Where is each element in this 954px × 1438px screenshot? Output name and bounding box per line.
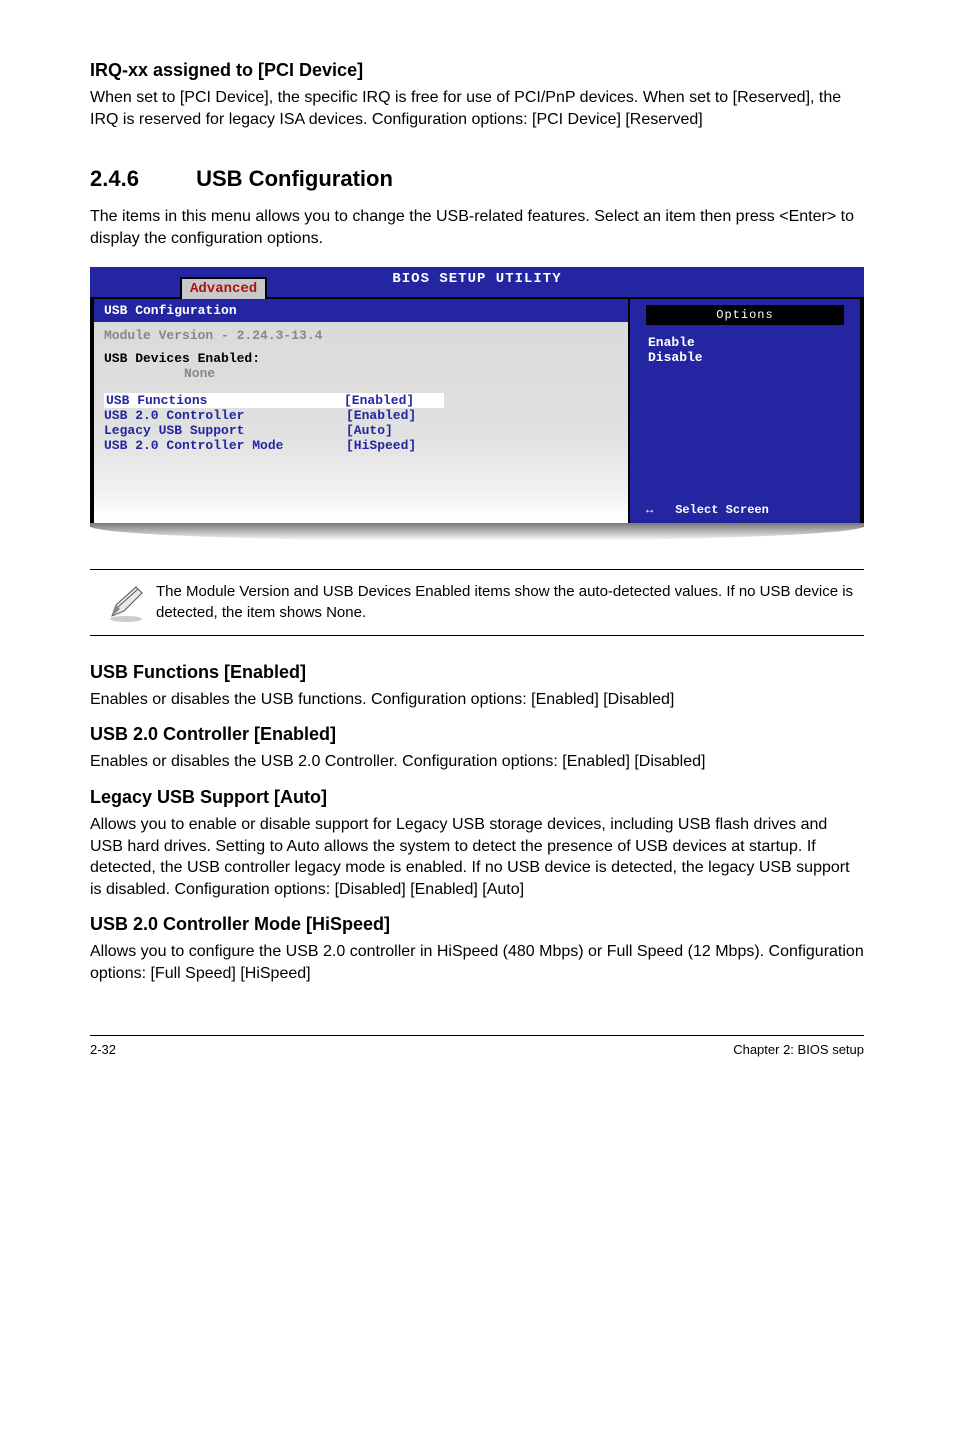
page-footer: 2-32 Chapter 2: BIOS setup: [90, 1035, 864, 1057]
bios-row-legacy-usb[interactable]: Legacy USB Support[Auto]: [104, 423, 618, 438]
bios-nav-hint: ↔ Select Screen: [646, 503, 850, 517]
bios-tab-advanced[interactable]: Advanced: [180, 277, 267, 299]
bios-row-label: USB Functions: [104, 393, 344, 408]
left-right-arrow-icon: ↔: [646, 503, 653, 517]
footer-chapter-label: Chapter 2: BIOS setup: [733, 1042, 864, 1057]
section-number: 2.4.6: [90, 166, 190, 192]
bios-module-version: Module Version - 2.24.3-13.4: [104, 328, 618, 343]
bios-devices-enabled-value: None: [104, 366, 618, 381]
bios-row-usb20-mode[interactable]: USB 2.0 Controller Mode[HiSpeed]: [104, 438, 618, 453]
irq-body: When set to [PCI Device], the specific I…: [90, 87, 864, 130]
bios-option-disable[interactable]: Disable: [630, 350, 860, 365]
usb20-mode-heading: USB 2.0 Controller Mode [HiSpeed]: [90, 914, 864, 935]
section-title: USB Configuration: [196, 166, 393, 191]
usb-functions-heading: USB Functions [Enabled]: [90, 662, 864, 683]
bios-tabbar: BIOS SETUP UTILITY Advanced: [90, 267, 864, 297]
bios-row-label: USB 2.0 Controller Mode: [104, 438, 346, 453]
section-intro: The items in this menu allows you to cha…: [90, 206, 864, 249]
bios-left-pane: USB Configuration Module Version - 2.24.…: [94, 299, 630, 523]
bios-screenshot: BIOS SETUP UTILITY Advanced USB Configur…: [90, 267, 864, 541]
section-heading: 2.4.6 USB Configuration: [90, 166, 864, 192]
bios-row-usb20-controller[interactable]: USB 2.0 Controller[Enabled]: [104, 408, 618, 423]
legacy-usb-body: Allows you to enable or disable support …: [90, 814, 864, 900]
pencil-icon: [96, 583, 156, 623]
bios-option-enable[interactable]: Enable: [630, 335, 860, 350]
bios-row-value: [Auto]: [346, 423, 446, 438]
usb20-mode-body: Allows you to configure the USB 2.0 cont…: [90, 941, 864, 984]
bios-devices-enabled-label: USB Devices Enabled:: [104, 351, 618, 366]
usb20-controller-heading: USB 2.0 Controller [Enabled]: [90, 724, 864, 745]
note-text: The Module Version and USB Devices Enabl…: [156, 582, 858, 623]
usb20-controller-body: Enables or disables the USB 2.0 Controll…: [90, 751, 864, 773]
bios-row-value: [Enabled]: [346, 408, 446, 423]
bios-row-label: Legacy USB Support: [104, 423, 346, 438]
bios-curve-shadow: [90, 523, 864, 541]
legacy-usb-heading: Legacy USB Support [Auto]: [90, 787, 864, 808]
bios-body: USB Configuration Module Version - 2.24.…: [90, 297, 864, 527]
irq-heading: IRQ-xx assigned to [PCI Device]: [90, 60, 864, 81]
bios-row-label: USB 2.0 Controller: [104, 408, 346, 423]
bios-row-usb-functions[interactable]: USB Functions[Enabled]: [104, 393, 618, 408]
bios-options-title: Options: [646, 305, 844, 325]
bios-fadeout: [94, 503, 628, 523]
bios-right-pane: Options Enable Disable ↔ Select Screen: [630, 299, 860, 523]
bios-row-value: [Enabled]: [344, 393, 444, 408]
bios-row-value: [HiSpeed]: [346, 438, 446, 453]
bios-left-title: USB Configuration: [94, 299, 628, 322]
footer-page-number: 2-32: [90, 1042, 116, 1057]
usb-functions-body: Enables or disables the USB functions. C…: [90, 689, 864, 711]
bios-nav-label: Select Screen: [675, 503, 769, 517]
note-box: The Module Version and USB Devices Enabl…: [90, 569, 864, 636]
